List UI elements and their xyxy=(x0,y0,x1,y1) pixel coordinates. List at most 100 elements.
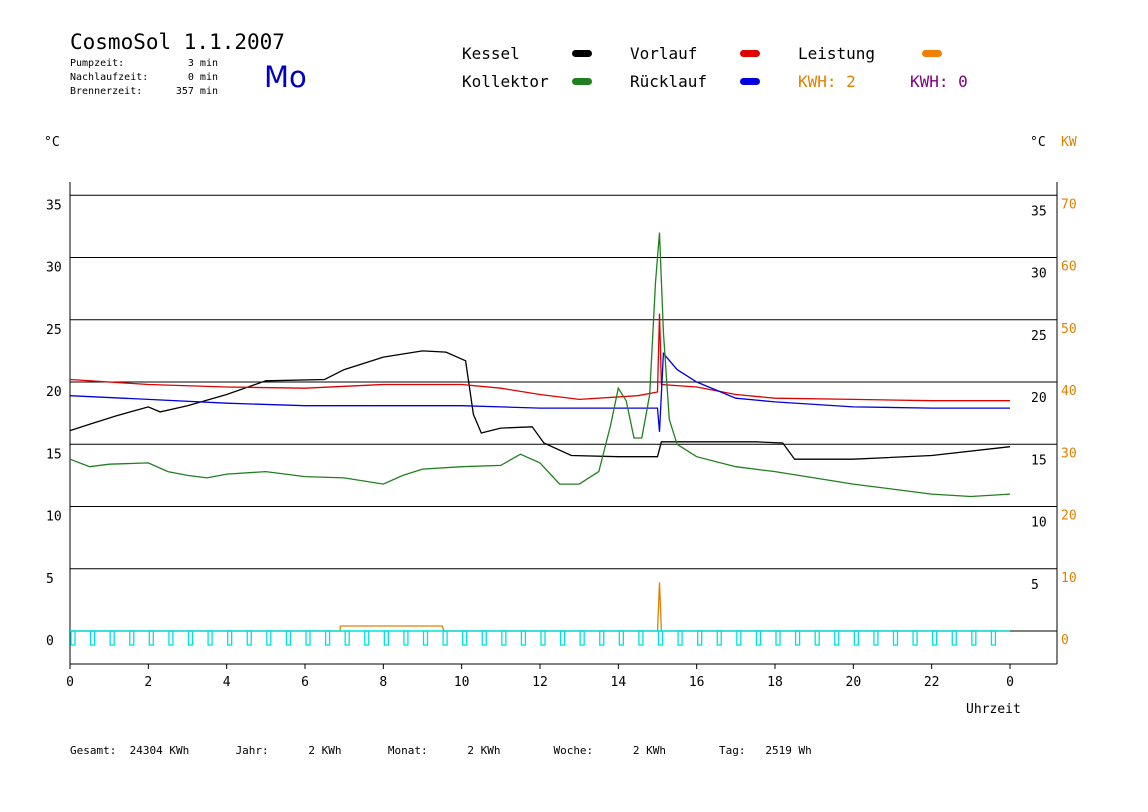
pump-pulse xyxy=(129,630,135,646)
x-tick-label: 14 xyxy=(611,675,627,690)
y-right-c-tick-label: 15 xyxy=(1031,453,1047,468)
x-tick-label: 8 xyxy=(379,675,387,690)
y-left-tick-label: 5 xyxy=(46,572,54,587)
x-tick-label: 0 xyxy=(66,675,74,690)
legend-swatch-kollektor xyxy=(572,78,592,85)
legend-swatch-leistung xyxy=(922,50,942,57)
pump-pulse xyxy=(109,630,115,646)
y-right-kw-tick-label: 20 xyxy=(1061,509,1077,524)
y-left-tick-label: 0 xyxy=(46,634,54,649)
left-axis-unit: °C xyxy=(44,135,60,150)
pump-pulse xyxy=(266,630,272,646)
pump-pulse xyxy=(599,630,605,646)
x-tick-label: 6 xyxy=(301,675,309,690)
pump-pulse xyxy=(364,630,370,646)
series-leistung xyxy=(70,582,1010,632)
pump-pulse xyxy=(187,630,194,646)
pump-pulse xyxy=(932,630,938,646)
x-tick-label: 16 xyxy=(689,675,705,690)
right-axis-unit-kw: KW xyxy=(1061,135,1077,150)
stat-pumpzeit: Pumpzeit: 3 min xyxy=(70,58,218,69)
y-right-kw-tick-label: 50 xyxy=(1061,322,1077,337)
legend-label-vorlauf: Vorlauf xyxy=(630,44,698,63)
series-vorlauf xyxy=(69,313,1010,402)
y-left-tick-label: 25 xyxy=(46,323,62,338)
pump-pulse xyxy=(814,630,820,646)
series-kessel xyxy=(69,350,1011,460)
legend-swatch-vorlauf xyxy=(740,50,760,57)
pump-pulse xyxy=(638,630,644,646)
y-right-kw-tick-label: 30 xyxy=(1061,446,1077,461)
pump-pulse xyxy=(853,630,859,646)
right-axis-unit-celsius: °C xyxy=(1030,135,1046,150)
pump-pulse xyxy=(383,630,389,646)
pump-pulse xyxy=(246,630,252,646)
series-rücklauf xyxy=(69,351,1010,432)
pump-pulse xyxy=(990,630,997,646)
pump-pulse xyxy=(716,630,722,646)
pump-pulse xyxy=(442,630,448,646)
x-tick-label: 22 xyxy=(924,675,940,690)
pump-pulse xyxy=(285,630,292,646)
pump-pulse xyxy=(344,630,350,646)
y-left-tick-label: 30 xyxy=(46,261,62,276)
app-title: CosmoSol 1.1.2007 xyxy=(70,30,285,54)
pump-pulse xyxy=(892,630,899,646)
x-tick-label: 20 xyxy=(846,675,862,690)
y-right-kw-tick-label: 0 xyxy=(1061,633,1069,648)
pump-pulse xyxy=(618,630,624,646)
pump-pulse xyxy=(227,630,233,646)
pump-pulse xyxy=(540,630,546,646)
weekday-label: Mo xyxy=(264,60,307,94)
pump-pulse xyxy=(794,630,801,646)
pump-pulse xyxy=(520,630,527,646)
energy-totals-footer: Gesamt: 24304 KWh Jahr: 2 KWh Monat: 2 K… xyxy=(70,744,812,757)
legend-label-leistung: Leistung xyxy=(798,44,876,63)
x-tick-label: 12 xyxy=(532,675,548,690)
y-right-c-tick-label: 10 xyxy=(1031,516,1047,531)
pump-pulse xyxy=(736,630,742,646)
y-right-kw-tick-label: 60 xyxy=(1061,260,1077,275)
legend-swatch-ruecklauf xyxy=(740,78,760,85)
legend-label-kollektor: Kollektor xyxy=(462,72,549,91)
y-right-c-tick-label: 25 xyxy=(1031,329,1047,344)
y-right-kw-tick-label: 40 xyxy=(1061,384,1077,399)
pump-pulse xyxy=(422,630,429,646)
stat-nachlaufzeit: Nachlaufzeit: 0 min xyxy=(70,72,218,83)
series-kollektor xyxy=(69,232,1011,498)
x-tick-label: 2 xyxy=(144,675,152,690)
pump-pulse xyxy=(755,630,762,646)
x-tick-label: 0 xyxy=(1006,675,1014,690)
x-tick-label: 4 xyxy=(223,675,231,690)
pump-pulse xyxy=(657,630,664,646)
pump-pulse xyxy=(481,630,487,646)
pump-pulse xyxy=(873,630,879,646)
x-tick-label: 18 xyxy=(767,675,783,690)
y-right-kw-tick-label: 70 xyxy=(1061,197,1077,212)
pump-pulse xyxy=(462,630,468,646)
y-right-c-tick-label: 5 xyxy=(1031,578,1039,593)
pump-pulse xyxy=(559,630,566,646)
y-right-c-tick-label: 20 xyxy=(1031,391,1047,406)
pump-pulse xyxy=(403,630,409,646)
pump-pulse xyxy=(912,630,918,646)
pump-pulse xyxy=(168,630,174,646)
pump-pulse xyxy=(305,630,311,646)
pump-pulse xyxy=(148,630,154,646)
x-tick-label: 10 xyxy=(454,675,470,690)
y-left-tick-label: 10 xyxy=(46,510,62,525)
legend-label-kessel: Kessel xyxy=(462,44,520,63)
y-right-c-tick-label: 30 xyxy=(1031,267,1047,282)
y-right-c-tick-label: 35 xyxy=(1031,204,1047,219)
kwh-purple-label: KWH: 0 xyxy=(910,72,968,91)
temperature-chart: 0510152025303551015202530350102030405060… xyxy=(46,182,1077,690)
stat-brennerzeit: Brennerzeit: 357 min xyxy=(70,86,218,97)
pump-pulse xyxy=(775,630,781,646)
y-left-tick-label: 35 xyxy=(46,198,62,213)
pump-pulse xyxy=(951,630,957,646)
pump-pulse xyxy=(971,630,977,646)
pump-pulse xyxy=(70,630,76,646)
kwh-orange-label: KWH: 2 xyxy=(798,72,856,91)
pump-pulse xyxy=(324,630,331,646)
y-left-tick-label: 15 xyxy=(46,447,62,462)
